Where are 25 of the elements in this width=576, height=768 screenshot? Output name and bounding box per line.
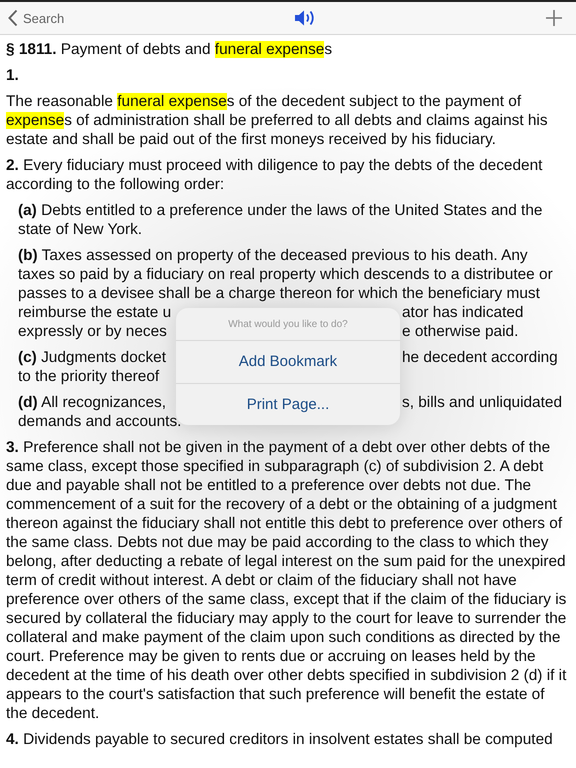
text-line: taxes so paid by a fiduciary on real property which descends to a distributee or — [18, 265, 554, 284]
chevron-left-icon — [8, 9, 18, 27]
text-fragment: (c) Judgments docket — [18, 349, 166, 366]
paragraph: 1. — [6, 66, 20, 85]
text-line: (b) Taxes assessed on property of the deceased previous to his death. Any — [18, 246, 529, 265]
paragraph: The reasonable funeral expenses of the decedent subject to the payment of expenses of administration shall be preferred to all debts and claims against his estate and shall be paid out of the first moneys received by his fiduciary. — [6, 92, 549, 149]
text-fragment: reimburse the estate u — [18, 304, 172, 321]
text-fragment: s, bills and unliquidated — [402, 393, 562, 412]
text-line: passes to a devisee shall be a charge thereon for which the beneficiary must — [18, 284, 541, 303]
text-fragment: e otherwise paid. — [402, 322, 518, 341]
paragraph: (a) Debts entitled to a preference under the laws of the United States and the state of New York. — [17, 201, 544, 239]
back-button[interactable]: Search — [8, 9, 64, 27]
section-title: § 1811. Payment of debts and funeral expenses — [6, 40, 334, 59]
paragraph: 3. Preference shall not be given in the payment of a debt over other debts of the same class, except those specified in subparagraph (c) of subdivision 2. A debt due and payable shall not be entitled to a preference over debts not due. The commencement of a suit for the recovery of a debt or the obtaining of a judgment thereon against the fiduciary shall not entitle this debt to preference over others of the same class. Debts not due may be paid according to the class to which they belong, after deducting a rebate of legal interest on the sum paid for the unexpired term of credit without interest. A debt or claim of the fiduciary shall not have preference over others of the same class, except that if the claim of the fiduciary is secured by collateral the fiduciary may apply to the court for leave to surrender the collateral and make payment of the claim upon such conditions as directed by the court. Preference may be given to rents due or accruing on leases held by the decedent at the time of his death over other debts specified in subdivision 2 (d) if it appears to the court's satisfaction that such preference will benefit the estate of the decedent. — [6, 438, 568, 723]
action-button[interactable]: Add Bookmark — [176, 341, 400, 382]
paragraph: 2. Every fiduciary must proceed with diligence to pay the debts of the decedent according to the following order: — [6, 156, 544, 194]
speaker-icon[interactable] — [294, 8, 316, 28]
popover-title: What would you like to do? — [176, 308, 400, 341]
paragraph: 4. Dividends payable to secured creditors in insolvent estates shall be computed — [6, 730, 554, 749]
text-fragment: expressly or by neces — [18, 323, 167, 340]
text-fragment: he decedent according — [402, 348, 558, 367]
add-icon[interactable] — [546, 10, 562, 26]
text-fragment: ator has indicated — [402, 303, 524, 322]
text-fragment: to the priority thereof — [18, 368, 160, 385]
text-fragment: (d) All recognizances, — [18, 394, 166, 411]
